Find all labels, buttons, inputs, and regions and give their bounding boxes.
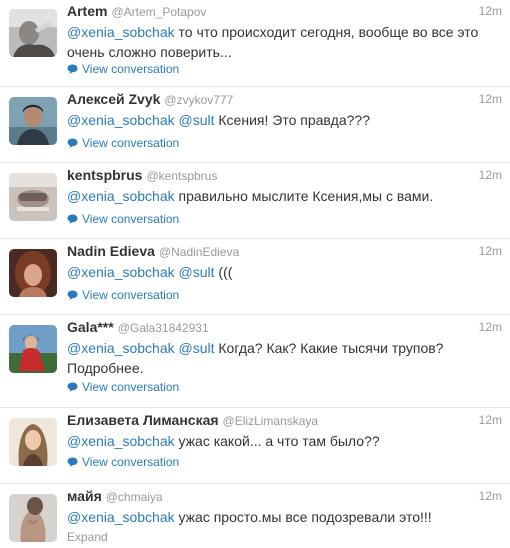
tweet-text-line: ужас какой... а что там было?? <box>174 433 380 449</box>
screen-name[interactable]: @ElizLimanskaya <box>223 414 319 428</box>
tweet-header: Artem @Artem_Potapov <box>67 3 510 21</box>
avatar[interactable] <box>9 173 57 221</box>
tweet[interactable]: kentspbrus @kentspbrus 12m @xenia_sobchak… <box>0 164 510 239</box>
speech-bubble-icon <box>67 382 78 392</box>
action-label: View conversation <box>82 288 180 302</box>
view-conversation-link[interactable]: View conversation <box>67 212 179 226</box>
action-label: View conversation <box>82 62 180 76</box>
avatar[interactable] <box>9 249 57 297</box>
tweet-header: kentspbrus @kentspbrus <box>67 167 510 185</box>
view-conversation-link[interactable]: View conversation <box>67 136 179 150</box>
tweet-text: @xenia_sobchak ужас какой... а что там б… <box>67 431 507 451</box>
action-label: View conversation <box>82 136 180 150</box>
avatar[interactable] <box>9 494 57 542</box>
timestamp[interactable]: 12m <box>479 489 502 503</box>
tweet-header: Елизавета Лиманская @ElizLimanskaya <box>67 412 510 430</box>
mention-link[interactable]: @sult <box>179 264 215 280</box>
screen-name[interactable]: @NadinEdieva <box>159 245 239 259</box>
screen-name[interactable]: @Gala31842931 <box>118 321 209 335</box>
mention-link[interactable]: @sult <box>179 112 215 128</box>
tweet[interactable]: Artem @Artem_Potapov 12m @xenia_sobchak т… <box>0 0 510 87</box>
action-label: View conversation <box>82 455 180 469</box>
fullname[interactable]: Nadin Edieva <box>67 243 155 259</box>
mention-link[interactable]: @xenia_sobchak <box>67 112 175 128</box>
fullname[interactable]: Artem <box>67 3 107 19</box>
screen-name[interactable]: @zvykov777 <box>164 93 233 107</box>
tweet-text-line: то что происходит сегодня, вообще во все… <box>174 24 479 40</box>
speech-bubble-icon <box>67 138 78 148</box>
tweet-text-line: Когда? Как? Какие тысячи трупов? <box>214 340 444 356</box>
tweet-text-line: правильно мыслите Ксения,мы с вами. <box>174 188 434 204</box>
expand-link[interactable]: Expand <box>67 530 108 544</box>
mention-link[interactable]: @sult <box>179 340 215 356</box>
tweet-text: @xenia_sobchak правильно мыслите Ксения,… <box>67 186 507 206</box>
screen-name[interactable]: @chmaiya <box>106 490 163 504</box>
mention-link[interactable]: @xenia_sobchak <box>67 433 175 449</box>
speech-bubble-icon <box>67 64 78 74</box>
tweet-text: @xenia_sobchak то что происходит сегодня… <box>67 22 507 62</box>
view-conversation-link[interactable]: View conversation <box>67 62 179 76</box>
tweet-header: Gala*** @Gala31842931 <box>67 319 510 337</box>
avatar[interactable] <box>9 97 57 145</box>
tweet-header: майя @chmaiya <box>67 488 510 506</box>
avatar[interactable] <box>9 9 57 57</box>
tweet-text: @xenia_sobchak @sult ((( <box>67 262 507 282</box>
tweet-header: Алексей Zvyk @zvykov777 <box>67 91 510 109</box>
fullname[interactable]: Gala*** <box>67 319 114 335</box>
tweet-header: Nadin Edieva @NadinEdieva <box>67 243 510 261</box>
timestamp[interactable]: 12m <box>479 413 502 427</box>
tweet[interactable]: Алексей Zvyk @zvykov777 12m @xenia_sobcha… <box>0 88 510 163</box>
speech-bubble-icon <box>67 457 78 467</box>
timestamp[interactable]: 12m <box>479 168 502 182</box>
mention-link[interactable]: @xenia_sobchak <box>67 24 175 40</box>
speech-bubble-icon <box>67 214 78 224</box>
fullname[interactable]: Елизавета Лиманская <box>67 412 219 428</box>
mention-link[interactable]: @xenia_sobchak <box>67 509 175 525</box>
avatar[interactable] <box>9 325 57 373</box>
tweet-text-line: ((( <box>214 264 233 280</box>
fullname[interactable]: Алексей Zvyk <box>67 91 160 107</box>
timestamp[interactable]: 12m <box>479 92 502 106</box>
mention-link[interactable]: @xenia_sobchak <box>67 188 175 204</box>
fullname[interactable]: майя <box>67 488 102 504</box>
tweet-text-line: ужас просто.мы все подозревали это!!! <box>174 509 432 525</box>
mention-link[interactable]: @xenia_sobchak <box>67 340 175 356</box>
mention-link[interactable]: @xenia_sobchak <box>67 264 175 280</box>
timestamp[interactable]: 12m <box>479 4 502 18</box>
tweet-text-line: Подробнее. <box>67 360 144 376</box>
avatar[interactable] <box>9 418 57 466</box>
action-label: View conversation <box>82 380 180 394</box>
fullname[interactable]: kentspbrus <box>67 167 142 183</box>
tweet-text-line: очень сложно поверить... <box>67 44 232 60</box>
tweet[interactable]: Nadin Edieva @NadinEdieva 12m @xenia_sobc… <box>0 240 510 315</box>
action-label: View conversation <box>82 212 180 226</box>
view-conversation-link[interactable]: View conversation <box>67 380 179 394</box>
view-conversation-link[interactable]: View conversation <box>67 288 179 302</box>
tweet-text: @xenia_sobchak @sult Ксения! Это правда?… <box>67 110 507 130</box>
tweet[interactable]: Елизавета Лиманская @ElizLimanskaya 12m @… <box>0 409 510 484</box>
view-conversation-link[interactable]: View conversation <box>67 455 179 469</box>
tweet-text-line: Ксения! Это правда??? <box>214 112 370 128</box>
tweet-text: @xenia_sobchak @sult Когда? Как? Какие т… <box>67 338 507 378</box>
tweet[interactable]: майя @chmaiya 12m @xenia_sobchak ужас про… <box>0 485 510 548</box>
timestamp[interactable]: 12m <box>479 320 502 334</box>
tweet[interactable]: Gala*** @Gala31842931 12m @xenia_sobchak … <box>0 316 510 408</box>
tweet-text: @xenia_sobchak ужас просто.мы все подозр… <box>67 507 507 527</box>
tweet-stream: Artem @Artem_Potapov 12m @xenia_sobchak т… <box>0 0 510 548</box>
screen-name[interactable]: @Artem_Potapov <box>111 5 206 19</box>
action-label: Expand <box>67 530 108 544</box>
screen-name[interactable]: @kentspbrus <box>146 169 217 183</box>
speech-bubble-icon <box>67 290 78 300</box>
timestamp[interactable]: 12m <box>479 244 502 258</box>
